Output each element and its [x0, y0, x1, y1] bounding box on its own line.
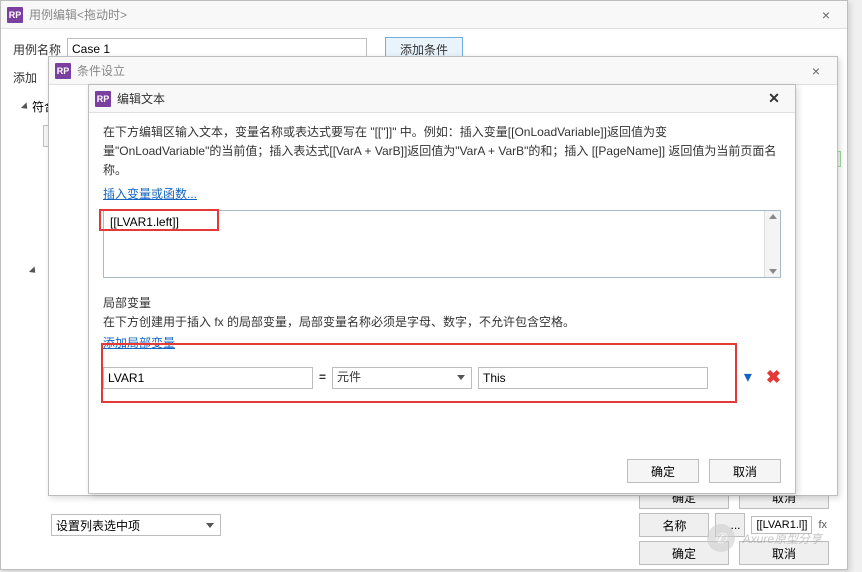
close-icon[interactable]: × — [801, 63, 831, 79]
name-button[interactable]: 名称 — [639, 513, 709, 537]
fx-label[interactable]: fx — [818, 519, 827, 531]
equals-sign: = — [319, 368, 326, 387]
insert-var-link[interactable]: 插入变量或函数... — [103, 187, 197, 201]
case-name-label: 用例名称 — [13, 41, 61, 58]
win3-title: 编辑文本 — [117, 90, 165, 107]
add-var-icon[interactable]: ▾ — [744, 365, 752, 391]
cancel-button-bottom[interactable]: 取消 — [739, 541, 829, 565]
win1-titlebar: RP 用例编辑<拖动时> × — [1, 1, 847, 29]
win1-title: 用例编辑<拖动时> — [29, 6, 127, 23]
var-tag-field: [[LVAR1.l]] — [751, 516, 812, 534]
cancel-button[interactable]: 取消 — [709, 459, 781, 483]
second-tree-node[interactable] — [31, 267, 40, 275]
local-var-name-input[interactable] — [103, 367, 313, 389]
local-var-type-combo[interactable]: 元件 — [332, 367, 472, 389]
edit-text-description: 在下方编辑区输入文本，变量名称或表达式要写在 "[["]]" 中。例如：插入变量… — [103, 123, 781, 181]
local-var-desc: 在下方创建用于插入 fx 的局部变量，局部变量名称必须是字母、数字，不允许包含空… — [103, 313, 781, 332]
rp-icon: RP — [95, 91, 111, 107]
local-var-target-input[interactable] — [478, 367, 708, 389]
expression-editor-wrap: [[LVAR1.left]] — [103, 210, 781, 278]
add-local-var-link[interactable]: 添加局部变量 — [103, 336, 175, 350]
close-icon[interactable]: ✕ — [759, 90, 789, 107]
local-var-heading: 局部变量 — [103, 294, 781, 313]
expression-editor[interactable]: [[LVAR1.left]] — [104, 211, 764, 277]
scrollbar[interactable] — [764, 211, 780, 277]
ok-button-bottom[interactable]: 确定 — [639, 541, 729, 565]
ok-button[interactable]: 确定 — [627, 459, 699, 483]
close-icon[interactable]: × — [811, 7, 841, 23]
list-value-combo[interactable]: 设置列表选中项 — [51, 514, 221, 536]
delete-var-icon[interactable]: ✖ — [766, 363, 781, 392]
rp-icon: RP — [55, 63, 71, 79]
add-label: 添加 — [13, 69, 37, 86]
win2-title: 条件设立 — [77, 62, 125, 79]
win3-titlebar: RP 编辑文本 ✕ — [89, 85, 795, 113]
rp-icon: RP — [7, 7, 23, 23]
ellipsis-button[interactable]: ... — [715, 513, 745, 537]
win2-titlebar: RP 条件设立 × — [49, 57, 837, 85]
